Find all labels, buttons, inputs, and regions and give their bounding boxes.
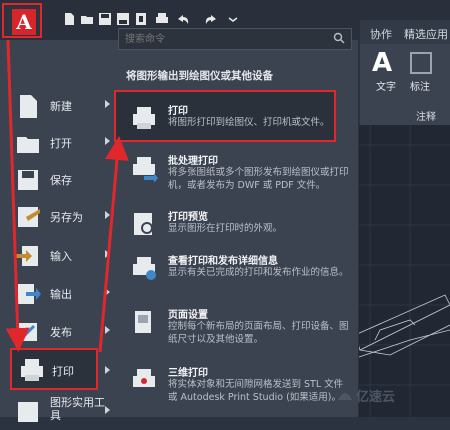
autocad-logo-icon: A <box>12 9 36 35</box>
undo-icon[interactable] <box>176 11 190 25</box>
batch-print-icon <box>133 157 158 182</box>
open-icon <box>17 137 39 153</box>
search-input[interactable] <box>123 30 327 48</box>
menu-item-label: 新建 <box>50 100 72 113</box>
tab-collaborate[interactable]: 协作 <box>370 26 392 42</box>
submenu-item-batch-print[interactable]: 批处理打印 将多张图纸或多个图形发布到绘图仪或打印机，或者发布为 DWF 或 P… <box>130 152 349 196</box>
share-icon[interactable] <box>226 11 240 25</box>
menu-item-save[interactable]: 保存 <box>14 162 114 198</box>
menu-item-export[interactable]: 输出 <box>14 276 114 312</box>
menu-item-label: 打开 <box>50 137 72 150</box>
publish-icon <box>19 323 37 341</box>
submenu-item-title: 查看打印和发布详细信息 <box>168 256 278 267</box>
submenu-item-title: 三维打印 <box>168 368 208 379</box>
print-icon <box>21 359 43 381</box>
page-setup-icon <box>135 311 151 333</box>
submenu-item-desc: 控制每个新布局的页面布局、打印设备、图纸尺寸以及其他设置。 <box>168 321 349 345</box>
menu-item-saveas[interactable]: 另存为 <box>14 199 114 235</box>
import-icon <box>16 246 38 266</box>
drawing-canvas[interactable] <box>350 125 450 417</box>
dimension-tool-icon[interactable] <box>410 52 432 74</box>
menu-item-new[interactable]: 新建 <box>14 88 114 124</box>
save-icon[interactable] <box>98 11 112 25</box>
print-icon <box>133 107 155 129</box>
menu-item-label: 输出 <box>50 288 72 301</box>
text-tool-label[interactable]: 文字 <box>376 78 396 93</box>
menu-item-utilities[interactable]: 图形实用工具 <box>14 394 114 430</box>
application-menu-button[interactable]: A <box>2 3 42 38</box>
open-icon[interactable] <box>80 11 94 25</box>
watermark-text: 亿速云 <box>356 390 396 405</box>
submenu-item-print-details[interactable]: 查看打印和发布详细信息 显示有关已完成的打印和发布作业的信息。 <box>130 252 349 292</box>
menu-item-import[interactable]: 输入 <box>14 238 114 274</box>
submenu-item-title: 打印预览 <box>168 212 208 223</box>
menu-item-label: 打印 <box>52 365 74 378</box>
submenu-item-title: 批处理打印 <box>168 156 218 167</box>
submenu-item-desc: 将多张图纸或多个图形发布到绘图仪或打印机，或者发布为 DWF 或 PDF 文件。 <box>168 167 349 191</box>
saveas-icon <box>18 207 40 227</box>
submenu-item-desc: 将实体对象和无间隙网格发送到 STL 文件或 Autodesk Print St… <box>168 379 344 403</box>
tab-featured-apps[interactable]: 精选应用 <box>404 26 448 42</box>
submenu-item-print[interactable]: 打印 将图形打印到绘图仪、打印机或文件。 <box>130 102 348 142</box>
submenu-item-print-preview[interactable]: 打印预览 显示图形在打印时的外观。 <box>130 208 348 242</box>
submenu-item-desc: 显示图形在打印时的外观。 <box>168 223 283 234</box>
submenu-header: 将图形输出到绘图仪或其他设备 <box>126 70 273 82</box>
print-icon[interactable] <box>155 11 169 25</box>
submenu-arrow-icon <box>105 366 110 374</box>
submenu-item-title: 页面设置 <box>168 310 208 321</box>
redo-icon[interactable] <box>204 11 218 25</box>
watermark-logo-icon <box>338 393 352 400</box>
menu-item-label: 输入 <box>50 250 72 263</box>
menu-item-print[interactable]: 打印 <box>10 348 98 390</box>
menu-item-label: 发布 <box>50 326 72 339</box>
save-icon <box>18 170 38 190</box>
search-icon[interactable] <box>333 32 345 44</box>
submenu-item-page-setup[interactable]: 页面设置 控制每个新布局的页面布局、打印设备、图纸尺寸以及其他设置。 <box>130 306 349 350</box>
submenu-item-3d-print[interactable]: 三维打印 将实体对象和无间隙网格发送到 STL 文件或 Autodesk Pri… <box>130 364 348 408</box>
text-tool-icon[interactable]: A <box>372 50 398 76</box>
submenu-item-desc: 显示有关已完成的打印和发布作业的信息。 <box>168 267 349 278</box>
export-icon <box>18 284 41 304</box>
new-icon <box>20 95 37 118</box>
dimension-tool-label[interactable]: 标注 <box>410 78 430 93</box>
print-preview-icon <box>134 213 153 235</box>
web-icon[interactable] <box>134 11 148 25</box>
utilities-icon <box>18 402 38 422</box>
search-box[interactable] <box>118 28 352 50</box>
menu-item-label: 另存为 <box>50 211 83 224</box>
submenu-item-title: 打印 <box>168 106 188 117</box>
annotation-panel-label[interactable]: 注释 <box>416 108 436 123</box>
menu-item-label: 图形实用工具 <box>50 396 105 422</box>
print-details-icon <box>133 257 156 280</box>
saveas-icon[interactable] <box>116 11 130 25</box>
menu-item-publish[interactable]: 发布 <box>14 314 114 350</box>
menu-item-label: 保存 <box>50 174 72 187</box>
3d-print-icon <box>133 369 155 387</box>
new-icon[interactable] <box>62 11 76 25</box>
menu-item-open[interactable]: 打开 <box>14 125 114 161</box>
submenu-item-desc: 将图形打印到绘图仪、打印机或文件。 <box>168 117 330 128</box>
